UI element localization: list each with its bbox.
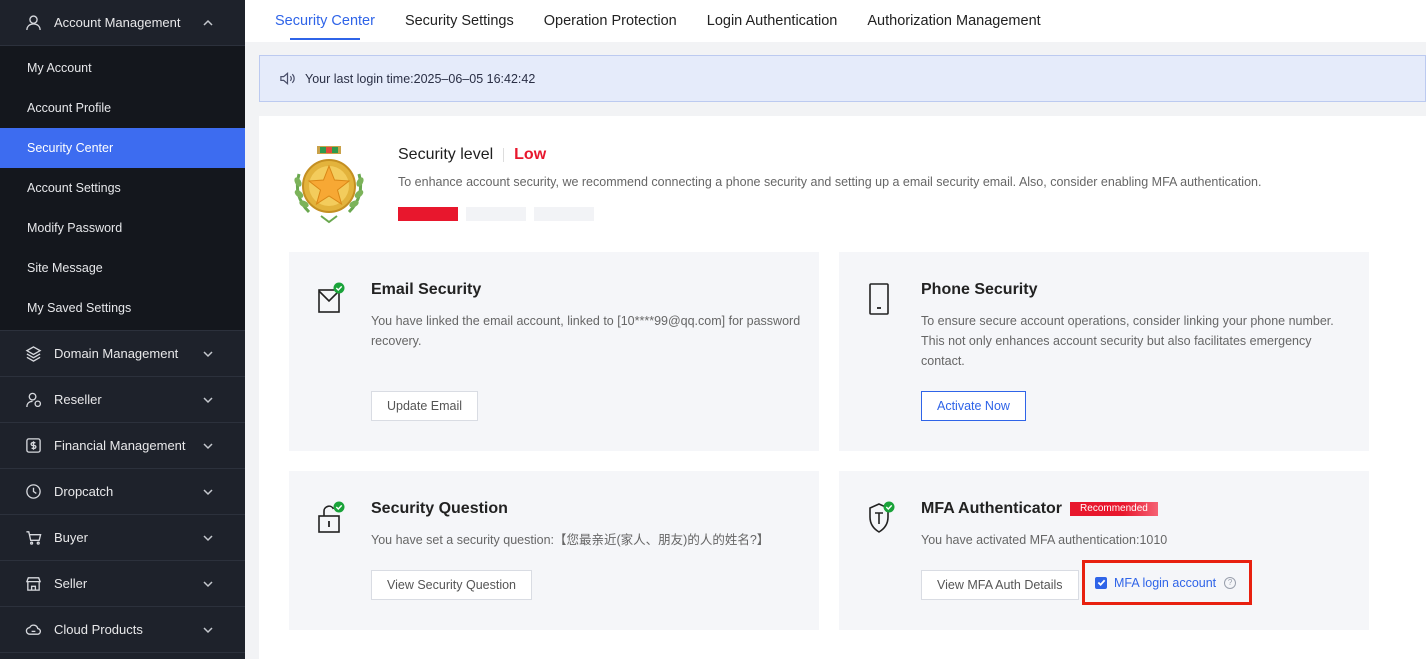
email-security-card: Email Security You have linked the email… — [289, 252, 819, 451]
last-login-notice: Your last login time:2025–06–05 16:42:42 — [259, 55, 1426, 102]
sidebar-item-modify-password[interactable]: Modify Password — [0, 208, 245, 248]
sidebar-item-my-account[interactable]: My Account — [0, 48, 245, 88]
level-bar-segment — [398, 207, 458, 221]
phone-security-card: Phone Security To ensure secure account … — [839, 252, 1369, 451]
chevron-down-icon — [201, 485, 215, 499]
security-level-meter — [398, 207, 594, 221]
nav-group-cloud-products[interactable]: Cloud Products — [0, 607, 245, 653]
tab-login-authentication[interactable]: Login Authentication — [707, 0, 838, 42]
nav-group-seller[interactable]: Seller — [0, 561, 245, 607]
security-center-panel: Security level Low To enhance account se… — [259, 116, 1426, 659]
nav-group-label: Buyer — [54, 530, 88, 545]
nav-group-financial-management[interactable]: Financial Management — [0, 423, 245, 469]
sidebar-item-site-message[interactable]: Site Message — [0, 248, 245, 288]
medal-icon — [294, 146, 364, 224]
speaker-icon — [279, 70, 297, 88]
sidebar-item-account-settings[interactable]: Account Settings — [0, 168, 245, 208]
card-description: To ensure secure account operations, con… — [921, 314, 1334, 368]
sidebar-item-my-saved-settings[interactable]: My Saved Settings — [0, 288, 245, 328]
mfa-login-account-label[interactable]: MFA login account — [1114, 576, 1216, 590]
chevron-down-icon — [201, 623, 215, 637]
chevron-up-icon — [201, 16, 215, 30]
nav-group-account-management[interactable]: Account Management — [0, 0, 245, 46]
nav-group-label: Domain Management — [54, 346, 179, 361]
help-icon[interactable]: ? — [1224, 576, 1237, 589]
cloud-icon — [24, 621, 42, 639]
card-description: You have activated MFA authentication:10… — [921, 533, 1168, 547]
chevron-down-icon — [201, 347, 215, 361]
cart-icon — [24, 529, 42, 547]
activate-now-button[interactable]: Activate Now — [921, 391, 1026, 421]
nav-group-label: Financial Management — [54, 438, 186, 453]
nav-group-dropcatch[interactable]: Dropcatch — [0, 469, 245, 515]
nav-group-label: Dropcatch — [54, 484, 114, 499]
nav-group-label: Cloud Products — [54, 622, 143, 637]
finance-icon — [24, 437, 42, 455]
card-description: You have linked the email account, linke… — [371, 314, 801, 348]
nav-group-label: Reseller — [54, 392, 102, 407]
recommended-badge: Recommended — [1070, 502, 1158, 516]
view-security-question-button[interactable]: View Security Question — [371, 570, 532, 600]
chevron-down-icon — [201, 439, 215, 453]
sidebar-item-security-center[interactable]: Security Center — [0, 128, 245, 168]
nav-group-reseller[interactable]: Reseller — [0, 377, 245, 423]
card-title: Phone Security — [921, 281, 1038, 298]
sidebar: Account Management My Account Account Pr… — [0, 0, 245, 659]
card-title: Email Security — [371, 281, 482, 298]
nav-group-label: Seller — [54, 576, 88, 591]
mfa-login-account-checkbox[interactable]: MFA login account ? — [1082, 560, 1252, 605]
level-bar-segment — [534, 207, 594, 221]
layers-icon — [24, 345, 42, 363]
nav-group-buyer[interactable]: Buyer — [0, 515, 245, 561]
mfa-shield-verified-icon — [867, 501, 897, 535]
nav-group-domain-management[interactable]: Domain Management — [0, 331, 245, 377]
security-question-card: Security Question You have set a securit… — [289, 471, 819, 630]
chevron-down-icon — [201, 531, 215, 545]
security-level-description: To enhance account security, we recommen… — [398, 175, 1262, 189]
account-submenu: My Account Account Profile Security Cent… — [0, 46, 245, 331]
security-level-title: Security level — [398, 146, 494, 163]
nav-group-label: Account Management — [54, 15, 181, 30]
update-email-button[interactable]: Update Email — [371, 391, 479, 421]
last-login-text: Your last login time:2025–06–05 16:42:42 — [305, 71, 536, 86]
email-verified-icon — [317, 282, 347, 316]
tab-security-center[interactable]: Security Center — [275, 0, 375, 42]
store-icon — [24, 575, 42, 593]
tab-security-settings[interactable]: Security Settings — [405, 0, 514, 42]
card-description: You have set a security question:【您最亲近(家… — [371, 533, 770, 547]
chevron-down-icon — [201, 393, 215, 407]
card-title: Security Question — [371, 500, 508, 517]
mfa-authenticator-card: MFA Authenticator Recommended You have a… — [839, 471, 1369, 630]
clock-icon — [24, 483, 42, 501]
top-tab-bar: Security Center Security Settings Operat… — [245, 0, 1426, 42]
level-bar-segment — [466, 207, 526, 221]
security-level-heading: Security level Low — [398, 146, 546, 164]
chevron-down-icon — [201, 577, 215, 591]
view-mfa-details-button[interactable]: View MFA Auth Details — [921, 570, 1079, 600]
phone-icon — [867, 282, 897, 316]
tab-authorization-management[interactable]: Authorization Management — [867, 0, 1040, 42]
unlock-verified-icon — [317, 501, 347, 535]
reseller-icon — [24, 391, 42, 409]
card-title-text: MFA Authenticator — [921, 500, 1063, 517]
tab-operation-protection[interactable]: Operation Protection — [544, 0, 677, 42]
user-icon — [24, 14, 42, 32]
divider — [503, 148, 505, 162]
card-title: MFA Authenticator Recommended — [921, 500, 1158, 518]
security-level-value: Low — [514, 146, 547, 163]
sidebar-item-account-profile[interactable]: Account Profile — [0, 88, 245, 128]
checkbox-checked-icon[interactable] — [1095, 576, 1107, 589]
